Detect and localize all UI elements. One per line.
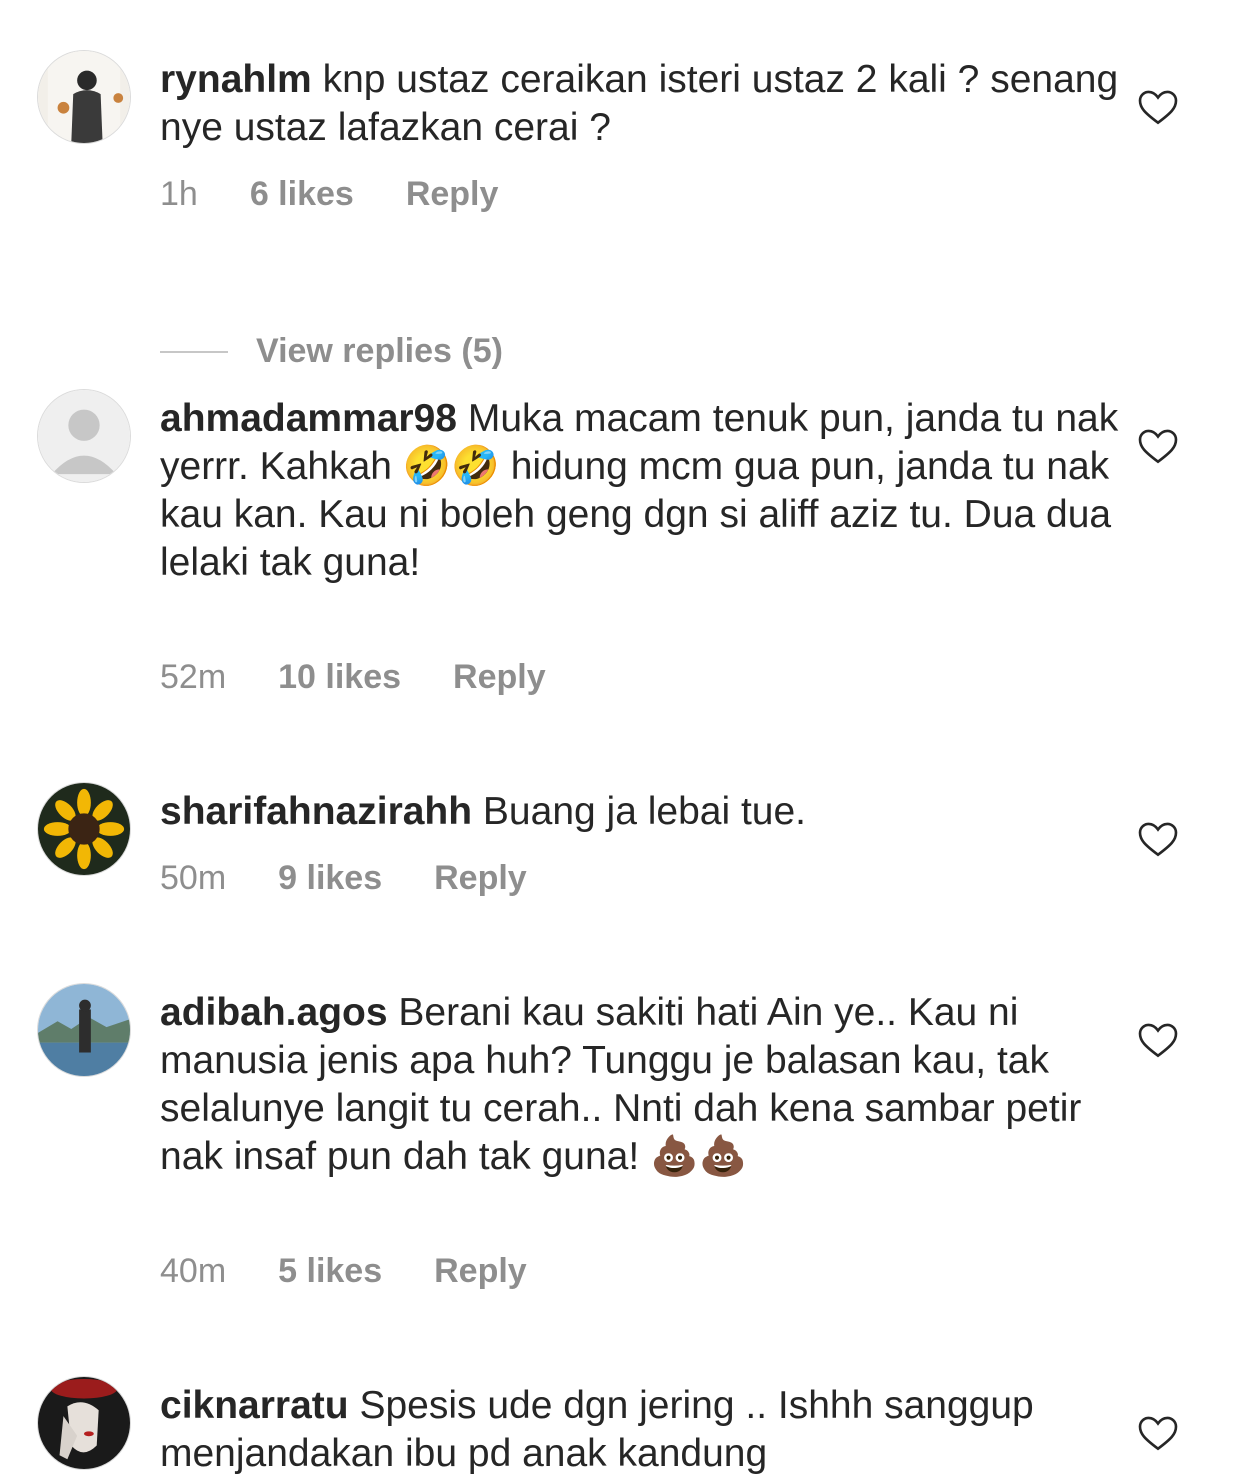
comment-time: 1h — [160, 175, 198, 213]
comment-text: rynahlm knp ustaz ceraikan isteri ustaz … — [160, 56, 1120, 152]
heart-outline-icon[interactable] — [1138, 1023, 1178, 1059]
comment-meta: 1h 6 likes Reply — [160, 174, 498, 214]
heart-outline-icon[interactable] — [1138, 822, 1178, 858]
view-replies-label: View replies (5) — [256, 332, 503, 370]
user-photo-icon — [38, 51, 130, 143]
comment-text: ahmadammar98 Muka macam tenuk pun, janda… — [160, 395, 1120, 587]
reply-button[interactable]: Reply — [434, 1251, 527, 1291]
likes-count[interactable]: 10 likes — [278, 657, 401, 697]
comment-username[interactable]: adibah.agos — [160, 991, 388, 1034]
avatar[interactable] — [37, 389, 131, 483]
comment-username[interactable]: ciknarratu — [160, 1384, 349, 1427]
portrait-photo-icon — [38, 1377, 130, 1469]
comment-time: 40m — [160, 1252, 227, 1290]
landscape-photo-icon — [38, 984, 130, 1076]
comment-username[interactable]: sharifahnazirahh — [160, 790, 472, 833]
comment-time: 50m — [160, 859, 227, 897]
avatar[interactable] — [37, 983, 131, 1077]
avatar[interactable] — [37, 782, 131, 876]
reply-button[interactable]: Reply — [406, 174, 499, 214]
reply-button[interactable]: Reply — [434, 858, 527, 898]
reply-button[interactable]: Reply — [453, 657, 546, 697]
likes-count[interactable]: 9 likes — [278, 858, 382, 898]
comment-username[interactable]: ahmadammar98 — [160, 397, 457, 440]
comment-meta: 50m 9 likes Reply — [160, 858, 527, 898]
heart-outline-icon[interactable] — [1138, 1416, 1178, 1452]
likes-count[interactable]: 6 likes — [250, 174, 354, 214]
comment-time: 52m — [160, 658, 227, 696]
replies-divider — [160, 350, 228, 353]
comment-username[interactable]: rynahlm — [160, 58, 312, 101]
comment-meta: 40m 5 likes Reply — [160, 1251, 527, 1291]
default-avatar-icon — [38, 390, 130, 482]
view-replies-button[interactable]: View replies (5) — [160, 332, 503, 371]
comment-text: ciknarratu Spesis ude dgn jering .. Ishh… — [160, 1382, 1120, 1478]
avatar[interactable] — [37, 1376, 131, 1470]
comment-meta: 52m 10 likes Reply — [160, 657, 546, 697]
avatar[interactable] — [37, 50, 131, 144]
heart-outline-icon[interactable] — [1138, 429, 1178, 465]
sunflower-photo-icon — [38, 783, 130, 875]
comment-text: sharifahnazirahh Buang ja lebai tue. — [160, 788, 1120, 836]
likes-count[interactable]: 5 likes — [278, 1251, 382, 1291]
comment-body: Buang ja lebai tue. — [482, 790, 807, 833]
heart-outline-icon[interactable] — [1138, 90, 1178, 126]
comment-text: adibah.agos Berani kau sakiti hati Ain y… — [160, 989, 1120, 1181]
